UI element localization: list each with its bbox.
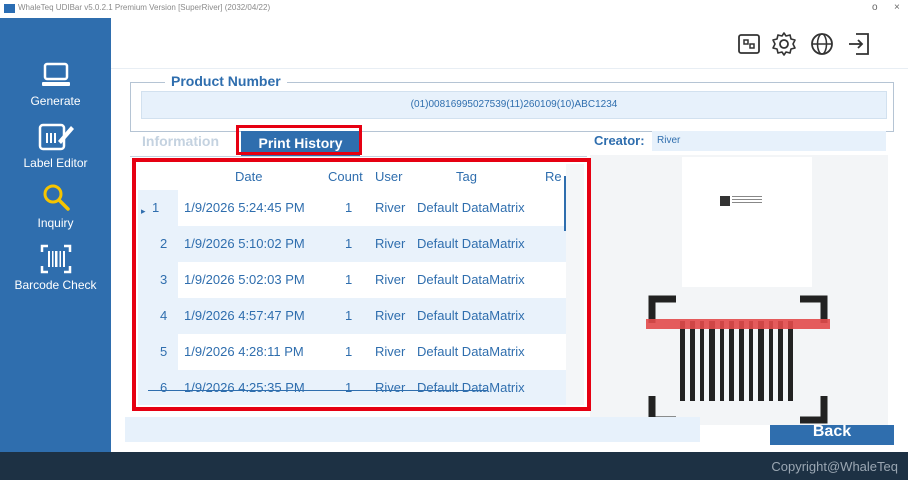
row-count: 1 <box>345 272 353 287</box>
back-button[interactable]: Back <box>770 425 894 445</box>
datamatrix-thumbnail <box>720 196 730 206</box>
creator-label: Creator: <box>594 133 645 148</box>
row-user: River <box>375 308 406 323</box>
row-date: 1/9/2026 5:10:02 PM <box>184 236 305 251</box>
status-field <box>125 417 700 442</box>
top-toolbar <box>111 18 908 69</box>
sidebar-item-label: Generate <box>30 94 81 108</box>
sidebar-item-generate[interactable]: Generate <box>0 56 111 120</box>
window-titlebar: WhaleTeq UDIBar v5.0.2.1 Premium Version… <box>0 0 908 18</box>
row-tag: Default DataMatrix <box>417 272 525 287</box>
row-user: River <box>375 344 406 359</box>
globe-icon[interactable] <box>809 31 835 57</box>
row-date: 1/9/2026 5:24:45 PM <box>184 200 305 215</box>
tab-print-history[interactable]: Print History <box>241 131 360 156</box>
row-index: 3 <box>160 272 168 287</box>
row-index: 5 <box>160 344 168 359</box>
row-date: 1/9/2026 4:25:35 PM <box>184 380 305 395</box>
row-tag: Default DataMatrix <box>417 200 525 215</box>
row-user: River <box>375 380 406 395</box>
row-index: 6 <box>160 380 168 395</box>
product-number-label: Product Number <box>165 73 287 89</box>
row-tag: Default DataMatrix <box>417 308 525 323</box>
row-tag: Default DataMatrix <box>417 236 525 251</box>
product-number-field[interactable]: (01)00816995027539(11)260109(10)ABC1234 <box>141 91 887 119</box>
copyright-text: Copyright@WhaleTeq <box>771 459 898 474</box>
column-header-user[interactable]: User <box>375 169 402 184</box>
vertical-scrollbar-thumb[interactable] <box>564 176 566 231</box>
row-user: River <box>375 236 406 251</box>
row-user: River <box>375 200 406 215</box>
print-history-table: Date Count User Tag Re ▸ 1 1/9/2026 5:24… <box>138 164 584 405</box>
sidebar-item-label: Inquiry <box>37 216 74 230</box>
row-date: 1/9/2026 4:57:47 PM <box>184 308 305 323</box>
row-user: River <box>375 272 406 287</box>
sidebar-item-label: Label Editor <box>23 156 88 170</box>
label-text-thumbnail <box>732 196 762 204</box>
sidebar-item-barcode-check[interactable]: Barcode Check <box>0 240 111 304</box>
sidebar: Generate Label Editor Inquiry Barcode Ch… <box>0 18 111 452</box>
search-icon <box>0 180 111 214</box>
row-index: 1 <box>152 200 160 215</box>
gear-icon[interactable] <box>771 31 797 57</box>
tab-divider <box>130 156 587 157</box>
label-preview-icon[interactable] <box>736 31 762 57</box>
logout-icon[interactable] <box>846 31 872 57</box>
row-count: 1 <box>345 344 353 359</box>
close-button[interactable]: × <box>894 2 900 13</box>
label-preview <box>682 157 812 287</box>
current-row-marker: ▸ <box>141 206 146 216</box>
horizontal-scrollbar[interactable] <box>148 390 488 391</box>
row-count: 1 <box>345 200 353 215</box>
row-date: 1/9/2026 4:28:11 PM <box>184 344 304 359</box>
sidebar-item-label-editor[interactable]: Label Editor <box>0 118 111 182</box>
minimize-button[interactable]: o <box>872 2 878 13</box>
column-header-count[interactable]: Count <box>328 169 363 184</box>
window-title: WhaleTeq UDIBar v5.0.2.1 Premium Version… <box>18 3 271 12</box>
column-header-date[interactable]: Date <box>235 169 262 184</box>
sidebar-item-label: Barcode Check <box>14 278 97 292</box>
row-count: 1 <box>345 308 353 323</box>
barcode-scan-graphic <box>642 293 834 426</box>
row-index: 2 <box>160 236 168 251</box>
sidebar-item-inquiry[interactable]: Inquiry <box>0 178 111 242</box>
creator-field[interactable]: River <box>652 131 886 151</box>
app-logo-icon <box>4 4 15 13</box>
row-tag: Default DataMatrix <box>417 344 525 359</box>
row-date: 1/9/2026 5:02:03 PM <box>184 272 305 287</box>
column-header-tag[interactable]: Tag <box>456 169 477 184</box>
vertical-scrollbar[interactable] <box>566 164 584 405</box>
row-count: 1 <box>345 380 353 395</box>
footer-bar: Copyright@WhaleTeq <box>0 452 908 480</box>
tab-information[interactable]: Information <box>142 133 219 149</box>
laptop-icon <box>0 58 111 92</box>
column-header-re[interactable]: Re <box>545 169 562 184</box>
row-index: 4 <box>160 308 168 323</box>
barcode-scan-icon <box>0 242 111 276</box>
row-tag: Default DataMatrix <box>417 380 525 395</box>
row-header-column <box>138 190 178 405</box>
table-header: Date Count User Tag Re <box>138 164 584 190</box>
label-edit-icon <box>0 120 111 154</box>
row-count: 1 <box>345 236 353 251</box>
